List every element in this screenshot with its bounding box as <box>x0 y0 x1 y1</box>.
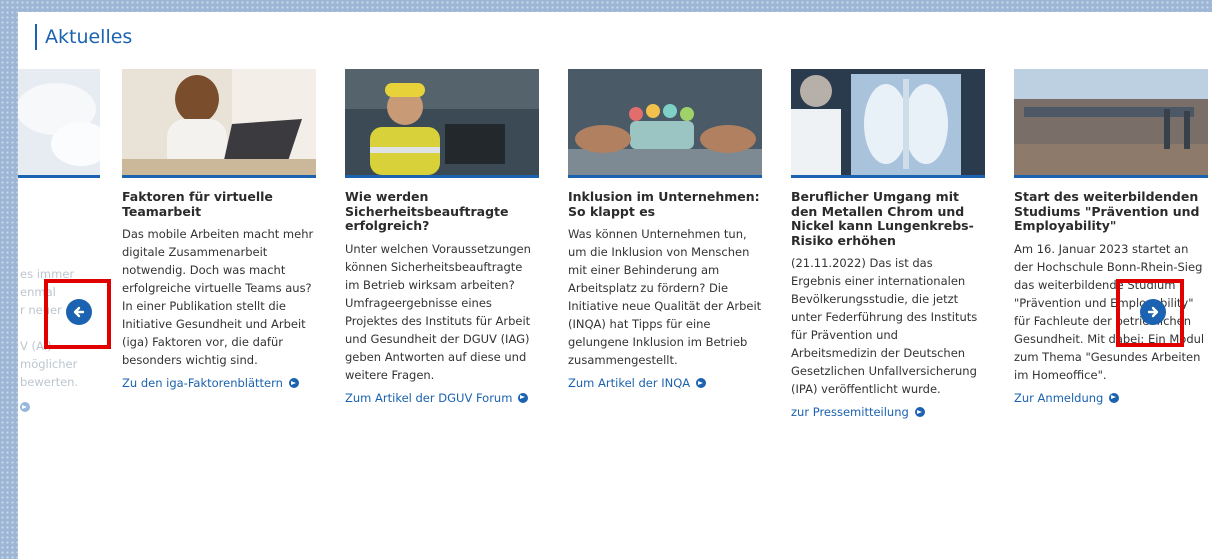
card-link-label[interactable]: Zu den iga-Faktorenblättern <box>122 375 283 391</box>
card-title[interactable]: Wie werden Sicherheitsbeauftragte erfolg… <box>345 189 539 234</box>
highlight-box-next <box>1116 279 1184 347</box>
arrow-right-icon <box>1109 392 1120 403</box>
card-image[interactable] <box>122 69 316 178</box>
card-link-label[interactable]: zur Pressemitteilung <box>791 404 909 420</box>
news-card: Inklusion im Unternehmen: So klappt es W… <box>568 69 762 391</box>
card-text: (21.11.2022) Das ist das Ergebnis einer … <box>791 256 978 396</box>
arrow-right-icon <box>696 378 707 388</box>
arrow-right-icon <box>914 407 925 417</box>
news-panel: Aktuelles es immer enmal r neuer V (AI) … <box>18 12 1212 559</box>
arrow-right-icon <box>518 392 529 403</box>
card-image[interactable] <box>345 69 539 178</box>
card-text: Das mobile Arbeiten macht mehr digitale … <box>122 227 314 367</box>
card-link[interactable]: Zum Artikel der INQA <box>568 375 762 391</box>
news-card: Beruflicher Umgang mit den Metallen Chro… <box>791 69 985 420</box>
partial-card: es immer enmal r neuer V (AI) möglicher … <box>18 69 100 412</box>
card-title[interactable]: Faktoren für virtuelle Teamarbeit <box>122 189 316 219</box>
card-text: Unter welchen Voraussetzungen können Sic… <box>345 241 531 382</box>
card-link[interactable]: Zur Anmeldung <box>1014 390 1208 406</box>
highlight-box-prev <box>44 279 111 349</box>
card-link-label[interactable]: Zum Artikel der DGUV Forum <box>345 390 512 406</box>
partial-line: möglicher <box>20 357 78 371</box>
card-link[interactable]: zur Pressemitteilung <box>791 404 985 420</box>
card-image[interactable] <box>568 69 762 178</box>
news-card: Faktoren für virtuelle Teamarbeit Das mo… <box>122 69 316 391</box>
news-card: Start des weiterbildenden Studiums "Präv… <box>1014 69 1208 406</box>
card-text: Was können Unternehmen tun, um die Inklu… <box>568 227 762 367</box>
section-title: Aktuelles <box>35 24 132 50</box>
card-title[interactable]: Inklusion im Unternehmen: So klappt es <box>568 189 762 219</box>
card-link-label[interactable]: Zur Anmeldung <box>1014 390 1103 406</box>
card-image[interactable] <box>1014 69 1208 178</box>
card-image[interactable] <box>791 69 985 178</box>
arrow-right-icon <box>288 378 299 388</box>
arrow-right-icon <box>20 402 30 412</box>
card-link-label[interactable]: Zum Artikel der INQA <box>568 375 690 391</box>
news-card: Wie werden Sicherheitsbeauftragte erfolg… <box>345 69 539 406</box>
card-title[interactable]: Start des weiterbildenden Studiums "Präv… <box>1014 189 1208 234</box>
card-title[interactable]: Beruflicher Umgang mit den Metallen Chro… <box>791 189 985 248</box>
card-link[interactable]: Zum Artikel der DGUV Forum <box>345 390 539 406</box>
partial-line: bewerten. <box>20 375 79 389</box>
partial-card-image <box>18 69 100 178</box>
card-link[interactable]: Zu den iga-Faktorenblättern <box>122 375 316 391</box>
